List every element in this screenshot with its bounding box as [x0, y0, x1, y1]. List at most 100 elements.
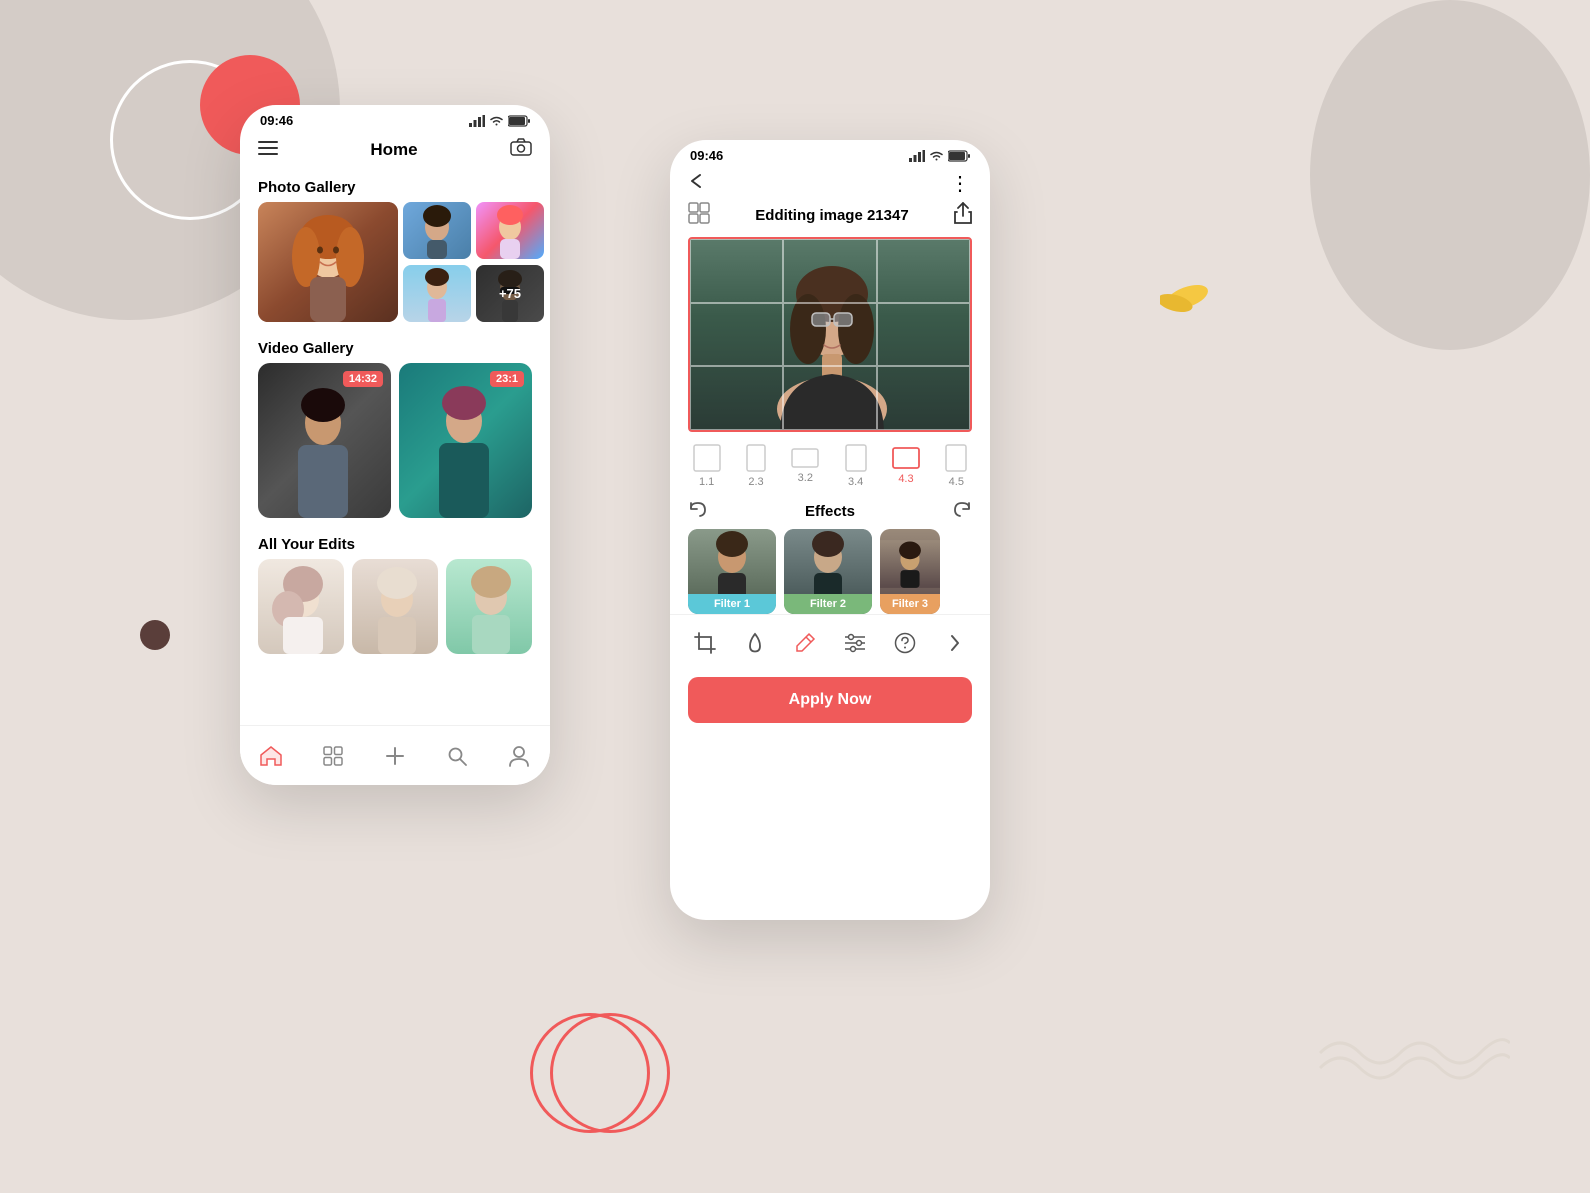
grid-cell	[877, 303, 970, 367]
filter-1[interactable]: Filter 1	[688, 529, 776, 614]
aspect-1-1-label: 1.1	[699, 476, 714, 488]
editing-header: Edditing image 21347	[670, 196, 990, 237]
video-thumb-2[interactable]: 23:1	[399, 363, 532, 518]
aspect-3-4[interactable]: 3.4	[845, 444, 867, 488]
photo-sm-sunglass[interactable]: +75	[476, 265, 544, 322]
apply-now-button[interactable]: Apply Now	[688, 677, 972, 723]
editing-title: Edditing image 21347	[710, 207, 954, 224]
undo-icon	[688, 500, 708, 518]
hamburger-icon	[258, 141, 278, 155]
aspect-1-1[interactable]: 1.1	[693, 444, 721, 488]
aspect-4-5-icon	[945, 444, 967, 472]
menu-icon[interactable]	[258, 139, 278, 160]
right-wifi-icon	[929, 150, 944, 161]
nav-grid[interactable]	[313, 736, 353, 776]
photo-sm-jump[interactable]	[403, 265, 471, 322]
redo-button[interactable]	[952, 500, 972, 523]
right-time: 09:46	[690, 148, 723, 163]
share-button[interactable]	[954, 202, 972, 229]
bg-dark-circle-left	[140, 620, 170, 650]
nav-search[interactable]	[437, 736, 477, 776]
right-status-bar: 09:46	[670, 140, 990, 167]
aspect-3-2[interactable]: 3.2	[791, 448, 819, 484]
redo-icon	[952, 500, 972, 518]
back-button[interactable]	[688, 173, 708, 194]
effects-header: Effects	[670, 492, 990, 529]
effects-title: Effects	[805, 503, 855, 520]
grid-view-icon[interactable]	[688, 202, 710, 229]
right-nav-top: ⋮	[670, 167, 990, 196]
filter-1-label: Filter 1	[688, 594, 776, 614]
grid-cell	[783, 303, 876, 367]
image-bg	[690, 239, 970, 430]
photo-sm-rainbow[interactable]	[476, 202, 544, 259]
video-thumb-1[interactable]: 14:32	[258, 363, 391, 518]
photo-large-1[interactable]	[258, 202, 398, 322]
right-status-icons	[909, 150, 970, 162]
aspect-1-1-icon	[693, 444, 721, 472]
aspect-4-3-icon	[892, 447, 920, 469]
photo-overlay-count: +75	[476, 265, 544, 322]
filter-2-label: Filter 2	[784, 594, 872, 614]
video-gallery-grid: 14:32 23:1	[240, 363, 550, 518]
grid-cell	[783, 366, 876, 430]
left-nav-bar: Home	[240, 132, 550, 171]
aspect-4-5[interactable]: 4.5	[945, 444, 967, 488]
aspect-3-4-label: 3.4	[848, 476, 863, 488]
grid-overlay	[690, 239, 970, 430]
more-menu-button[interactable]: ⋮	[950, 171, 972, 196]
more-tools[interactable]	[937, 625, 973, 661]
aspect-3-4-icon	[845, 444, 867, 472]
camera-icon[interactable]	[510, 138, 532, 161]
crop-tool[interactable]	[687, 625, 723, 661]
nav-add[interactable]	[375, 736, 415, 776]
right-signal-icon	[909, 150, 925, 162]
right-battery-icon	[948, 150, 970, 162]
filter-3[interactable]: Filter 3	[880, 529, 940, 614]
aspect-ratio-bar: 1.1 2.3 3.2 3.4 4.3	[670, 432, 990, 492]
edit-thumb-2[interactable]	[352, 559, 438, 654]
pink-circle-bottom	[530, 1013, 650, 1133]
video-gallery-title: Video Gallery	[240, 332, 550, 363]
aspect-2-3-label: 2.3	[748, 476, 763, 488]
photo-sm-braids[interactable]	[403, 202, 471, 259]
aspect-2-3[interactable]: 2.3	[746, 444, 766, 488]
grid-cell	[690, 366, 783, 430]
undo-button[interactable]	[688, 500, 708, 523]
girl-red-hair	[258, 202, 398, 322]
crop-icon	[694, 632, 716, 654]
photo-gallery-grid: +75	[240, 202, 550, 322]
nav-profile[interactable]	[499, 736, 539, 776]
nav-home[interactable]	[251, 736, 291, 776]
help-tool[interactable]	[887, 625, 923, 661]
home-title: Home	[370, 140, 417, 160]
adjust-icon	[844, 633, 866, 653]
photo-small-grid: +75	[403, 202, 544, 322]
drop-tool[interactable]	[737, 625, 773, 661]
left-phone: 09:46	[240, 105, 550, 785]
filter-2[interactable]: Filter 2	[784, 529, 872, 614]
aspect-2-3-icon	[746, 444, 766, 472]
home-icon	[260, 746, 282, 766]
left-status-bar: 09:46	[240, 105, 550, 132]
right-phone: 09:46 ⋮	[670, 140, 990, 920]
image-editor[interactable]	[688, 237, 972, 432]
bg-shape-right	[1310, 0, 1590, 350]
grid-cell	[690, 303, 783, 367]
drop-icon	[746, 632, 764, 654]
aspect-4-3[interactable]: 4.3	[892, 447, 920, 485]
search-icon	[447, 746, 467, 766]
brush-icon	[794, 632, 816, 654]
profile-icon	[509, 745, 529, 767]
add-icon	[384, 745, 406, 767]
left-status-icons	[469, 115, 530, 127]
bottom-toolbar	[670, 614, 990, 669]
aspect-3-2-icon	[791, 448, 819, 468]
chevron-right-icon	[948, 632, 962, 654]
signal-icon	[469, 115, 485, 127]
help-icon	[894, 632, 916, 654]
edit-thumb-1[interactable]	[258, 559, 344, 654]
adjust-tool[interactable]	[837, 625, 873, 661]
edit-thumb-3[interactable]	[446, 559, 532, 654]
brush-tool[interactable]	[787, 625, 823, 661]
